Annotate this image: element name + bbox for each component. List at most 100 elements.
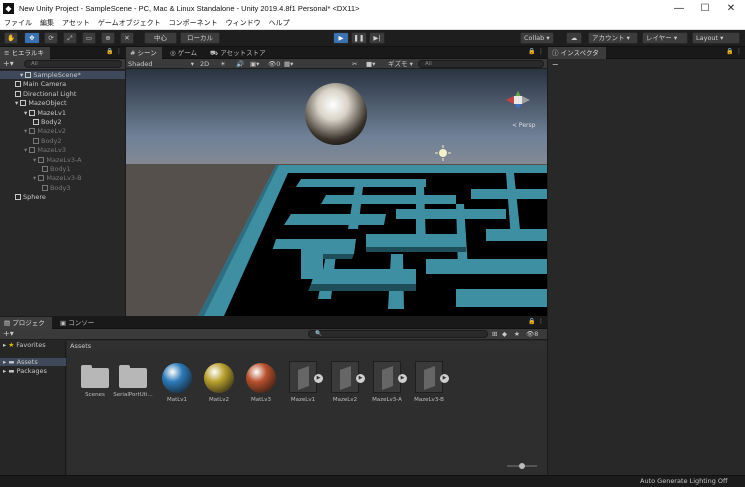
hierarchy-item[interactable]: ▾ MazeObject	[15, 99, 67, 107]
asset-item[interactable]: MatLv3	[241, 361, 281, 403]
tab-asset-store[interactable]: ⛟ アセットストア	[206, 47, 270, 59]
tab-project[interactable]: ▤ プロジェクト	[0, 317, 52, 339]
search-label-icon[interactable]: ◆	[502, 329, 507, 339]
expand-prefab-icon[interactable]: ▶	[398, 374, 407, 383]
menu-assets[interactable]: アセット	[62, 18, 90, 28]
minimize-button[interactable]: —	[666, 0, 692, 17]
project-lock-icon[interactable]: 🔒	[528, 318, 535, 325]
hierarchy-item[interactable]: ▾ MazeLv2	[24, 127, 66, 135]
tab-hierarchy[interactable]: ≡ ヒエラルキー	[0, 47, 50, 69]
hierarchy-item[interactable]: Directional Light	[15, 90, 76, 98]
inspector-lock-icon[interactable]: 🔒	[726, 48, 733, 55]
hidden-count-icon[interactable]: 👁0	[268, 59, 280, 69]
tab-scene[interactable]: # シーン	[126, 47, 162, 59]
panel-menu-icon[interactable]: ⋮	[116, 48, 122, 55]
project-menu-icon[interactable]: ⋮	[538, 318, 544, 325]
maximize-button[interactable]: ☐	[692, 0, 718, 17]
hierarchy-item[interactable]: Main Camera	[15, 80, 66, 88]
layers-label: レイヤー	[646, 34, 672, 42]
asset-item[interactable]: MatLv2	[199, 361, 239, 403]
expand-prefab-icon[interactable]: ▶	[440, 374, 449, 383]
audio-toggle-icon[interactable]: 🔊	[236, 59, 244, 69]
expand-prefab-icon[interactable]: ▶	[356, 374, 365, 383]
gameobject-icon	[20, 100, 27, 107]
hidden-packages-icon[interactable]: 👁8	[526, 329, 538, 339]
menu-help[interactable]: ヘルプ	[269, 18, 290, 28]
move-tool-icon[interactable]: ✥	[24, 32, 40, 44]
asset-item[interactable]: ▶ MazeLv3-A	[367, 361, 407, 403]
asset-item[interactable]: MatLv1	[157, 361, 197, 403]
rotate-tool-icon[interactable]: ⟳	[44, 32, 58, 44]
hierarchy-item[interactable]: ▾ MazeLv1	[24, 109, 66, 117]
menu-window[interactable]: ウィンドウ	[226, 18, 261, 28]
account-dropdown[interactable]: アカウント ▾	[588, 32, 638, 44]
hierarchy-search-input[interactable]: All	[24, 60, 122, 68]
layout-dropdown[interactable]: Layout ▾	[692, 32, 740, 44]
asset-item[interactable]: SerialPortUti...	[113, 361, 153, 398]
asset-item[interactable]: ▶ MazeLv2	[325, 361, 365, 403]
tab-inspector[interactable]: ⓘ インスペクター	[548, 47, 606, 69]
menu-edit[interactable]: 編集	[40, 18, 54, 28]
lock-icon[interactable]: 🔒	[106, 48, 113, 55]
layers-dropdown[interactable]: レイヤー ▾	[642, 32, 688, 44]
scene-menu-icon[interactable]: ⋮	[538, 48, 544, 55]
project-search-input[interactable]: 🔍	[308, 330, 488, 338]
rect-tool-icon[interactable]: ▭	[82, 32, 96, 44]
tab-console[interactable]: ▣ コンソール	[56, 317, 102, 339]
close-button[interactable]: ✕	[718, 0, 744, 17]
create-plus-icon[interactable]: +▾	[3, 59, 14, 69]
hierarchy-item[interactable]: Body3	[42, 184, 71, 192]
space-toggle[interactable]: ローカル	[180, 32, 220, 44]
grid-toggle-icon[interactable]: ▦▾	[284, 59, 293, 69]
tab-game[interactable]: ◎ ゲーム	[166, 47, 202, 59]
cloud-icon[interactable]: ☁	[566, 32, 582, 44]
persp-label[interactable]: < Persp	[512, 122, 536, 129]
shading-dropdown[interactable]: Shaded ▾	[128, 59, 194, 69]
asset-item[interactable]: ▶ MazeLv1	[283, 361, 323, 403]
asset-item[interactable]: ▶ MazeLv3-B	[409, 361, 449, 403]
project-folder-tree: ▸ ★ Favorites ▸ ▬ Assets ▸ ▬ Packages	[0, 341, 66, 475]
lighting-toggle-icon[interactable]: ☀	[220, 59, 226, 69]
tools-icon[interactable]: ✂	[352, 59, 357, 69]
scene-root-item[interactable]: ▾ SampleScene*	[0, 71, 125, 79]
play-button[interactable]: ▶	[333, 32, 349, 44]
scene-lock-icon[interactable]: 🔒	[528, 48, 535, 55]
hierarchy-item[interactable]: ▾ MazeLv3	[24, 146, 66, 154]
mode-2d-toggle[interactable]: 2D	[200, 59, 209, 69]
zoom-slider[interactable]	[507, 463, 537, 469]
hierarchy-item[interactable]: ▾ MazeLv3-B	[33, 174, 82, 182]
inspector-menu-icon[interactable]: ⋮	[736, 48, 742, 55]
menu-component[interactable]: コンポーネント	[169, 18, 218, 28]
tree-item-assets[interactable]: ▸ ▬ Assets	[0, 358, 66, 366]
pause-button[interactable]: ❚❚	[351, 32, 367, 44]
camera-icon[interactable]: ■▾	[366, 59, 375, 69]
breadcrumb-assets[interactable]: Assets	[70, 342, 91, 350]
asset-item[interactable]: Scenes	[75, 361, 115, 398]
custom-tool-icon[interactable]: ✕	[120, 32, 134, 44]
scale-tool-icon[interactable]: ⤢	[63, 32, 77, 44]
favorites-item[interactable]: ▸ ★ Favorites	[3, 341, 46, 349]
scene-viewport[interactable]: < Persp	[126, 69, 547, 316]
hierarchy-item[interactable]: Body2	[33, 137, 62, 145]
hierarchy-item[interactable]: Sphere	[15, 193, 46, 201]
sphere-object[interactable]	[305, 83, 367, 145]
favorite-icon[interactable]: ★	[514, 329, 520, 339]
gizmos-dropdown[interactable]: ギズモ ▾	[388, 59, 413, 69]
tree-item-packages[interactable]: ▸ ▬ Packages	[3, 367, 47, 375]
hierarchy-item[interactable]: ▾ MazeLv3-A	[33, 156, 82, 164]
project-create-icon[interactable]: +▾	[3, 329, 14, 339]
hand-tool-icon[interactable]: ✋	[4, 32, 18, 44]
transform-tool-icon[interactable]: ⊕	[101, 32, 115, 44]
hierarchy-item[interactable]: Body2	[33, 118, 62, 126]
hierarchy-item[interactable]: Body1	[42, 165, 71, 173]
effects-dropdown-icon[interactable]: ▣▾	[250, 59, 259, 69]
step-button[interactable]: ▶|	[369, 32, 385, 44]
menu-file[interactable]: ファイル	[4, 18, 32, 28]
expand-prefab-icon[interactable]: ▶	[314, 374, 323, 383]
zoom-slider-handle[interactable]	[519, 463, 525, 469]
pivot-toggle[interactable]: 中心	[144, 32, 177, 44]
menu-gameobject[interactable]: ゲームオブジェクト	[98, 18, 161, 28]
search-type-icon[interactable]: ⊞	[492, 329, 497, 339]
collab-dropdown[interactable]: Collab ▾	[520, 32, 554, 44]
scene-search-input[interactable]: All	[418, 60, 544, 68]
